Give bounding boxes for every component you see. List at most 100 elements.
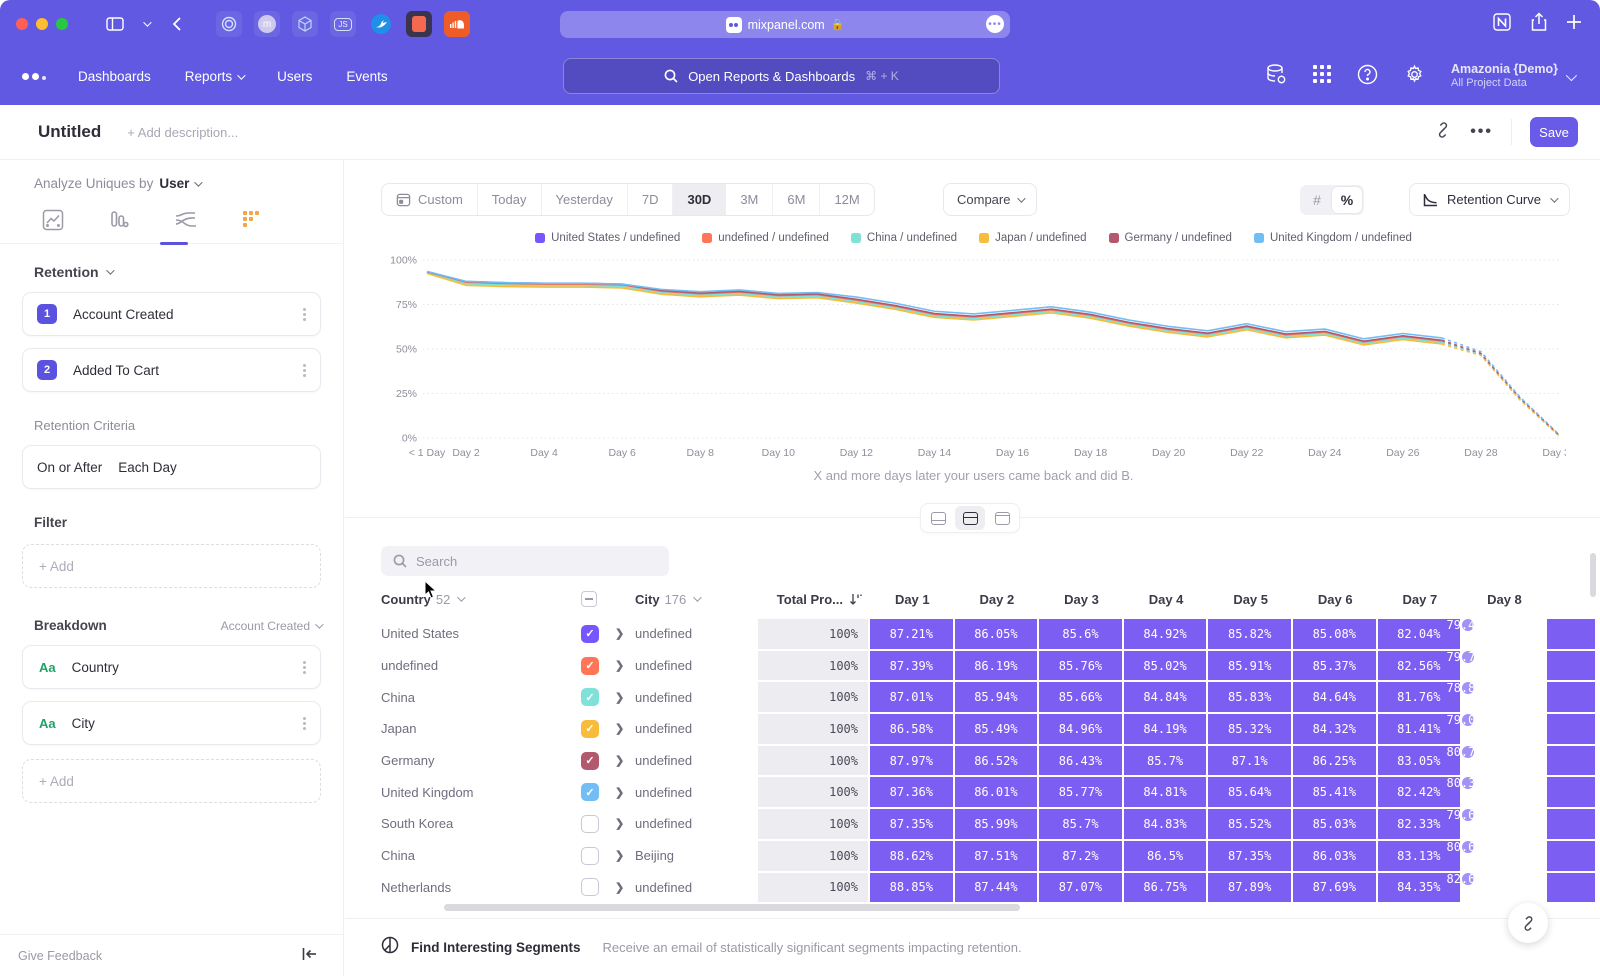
- analyze-entity-dropdown[interactable]: User: [159, 176, 200, 191]
- criteria-on-or-after[interactable]: On or After: [37, 460, 102, 475]
- retention-cell-day-2[interactable]: 87.44%: [955, 873, 1038, 903]
- retention-cell-day-5[interactable]: 85.91%: [1208, 651, 1291, 681]
- new-tab-icon[interactable]: [1566, 14, 1582, 35]
- row-visibility-checkbox[interactable]: [581, 847, 599, 865]
- legend-item[interactable]: United States / undefined: [535, 232, 680, 244]
- tab-overview-chevron-icon[interactable]: [140, 11, 152, 37]
- retention-cell-day-8[interactable]: 79.62%: [1462, 809, 1474, 821]
- retention-cell-day-5[interactable]: 87.35%: [1208, 841, 1291, 871]
- column-header-city[interactable]: City176: [635, 584, 758, 614]
- step-options-icon[interactable]: [303, 364, 306, 377]
- retention-cell-day-6[interactable]: 84.32%: [1293, 714, 1376, 744]
- split-view-button[interactable]: [955, 506, 985, 530]
- expand-row-icon[interactable]: ❯: [615, 776, 635, 808]
- tab-retention[interactable]: [240, 209, 264, 233]
- date-range-custom[interactable]: Custom: [382, 184, 478, 215]
- expand-row-icon[interactable]: ❯: [615, 650, 635, 682]
- column-header-day-7[interactable]: Day 7: [1378, 584, 1463, 614]
- find-interesting-segments-link[interactable]: Find Interesting Segments: [411, 940, 581, 955]
- global-search[interactable]: Open Reports & Dashboards ⌘ + K: [563, 58, 1000, 94]
- date-range-today[interactable]: Today: [478, 184, 542, 215]
- nav-link-users[interactable]: Users: [277, 69, 312, 84]
- breakdown-item-city[interactable]: AaCity: [22, 701, 321, 745]
- horizontal-scrollbar[interactable]: [444, 904, 1020, 911]
- date-range-3m[interactable]: 3M: [726, 184, 773, 215]
- retention-cell-day-2[interactable]: 85.49%: [955, 714, 1038, 744]
- retention-cell-day-6[interactable]: 87.69%: [1293, 873, 1376, 903]
- breakdown-scope-dropdown[interactable]: Account Created: [221, 619, 321, 633]
- criteria-each-day[interactable]: Each Day: [118, 460, 177, 475]
- retention-cell-day-6[interactable]: 85.08%: [1293, 619, 1376, 649]
- date-range-30d[interactable]: 30D: [673, 184, 726, 215]
- vertical-scrollbar[interactable]: [1590, 553, 1596, 597]
- retention-cell-day-8[interactable]: 79.49%: [1462, 619, 1474, 631]
- expand-row-icon[interactable]: ❯: [615, 681, 635, 713]
- retention-cell-day-6[interactable]: 85.37%: [1293, 651, 1376, 681]
- retention-cell-day-6[interactable]: 86.03%: [1293, 841, 1376, 871]
- retention-cell-day-9-partial[interactable]: [1547, 809, 1595, 839]
- retention-cell-day-9-partial[interactable]: [1547, 714, 1595, 744]
- nav-link-events[interactable]: Events: [346, 69, 387, 84]
- legend-item[interactable]: undefined / undefined: [702, 232, 829, 244]
- project-switcher[interactable]: Amazonia {Demo} All Project Data: [1451, 62, 1574, 91]
- row-visibility-checkbox[interactable]: ✓: [581, 625, 599, 643]
- date-range-yesterday[interactable]: Yesterday: [542, 184, 628, 215]
- retention-cell-day-3[interactable]: 85.7%: [1039, 809, 1122, 839]
- give-feedback-link[interactable]: Give Feedback: [18, 949, 102, 963]
- retention-cell-day-9-partial[interactable]: [1547, 682, 1595, 712]
- retention-cell-day-4[interactable]: 86.75%: [1124, 873, 1207, 903]
- retention-cell-day-8[interactable]: 80.35%: [1462, 777, 1474, 789]
- table-search-input[interactable]: Search: [381, 546, 669, 576]
- retention-cell-day-1[interactable]: 87.21%: [870, 619, 953, 649]
- expand-row-icon[interactable]: ❯: [615, 840, 635, 872]
- retention-cell-day-1[interactable]: 87.35%: [870, 809, 953, 839]
- retention-chart[interactable]: 0%25%50%75%100%< 1 DayDay 2Day 4Day 6Day…: [381, 252, 1566, 464]
- retention-cell-day-3[interactable]: 84.96%: [1039, 714, 1122, 744]
- row-visibility-checkbox[interactable]: ✓: [581, 752, 599, 770]
- retention-cell-day-5[interactable]: 85.64%: [1208, 777, 1291, 807]
- legend-item[interactable]: Japan / undefined: [979, 232, 1086, 244]
- bird-icon[interactable]: [368, 11, 394, 37]
- retention-cell-day-3[interactable]: 85.76%: [1039, 651, 1122, 681]
- more-options-icon[interactable]: •••: [1470, 123, 1493, 141]
- retention-cell-day-4[interactable]: 85.7%: [1124, 746, 1207, 776]
- retention-cell-day-2[interactable]: 86.52%: [955, 746, 1038, 776]
- sidebar-toggle-icon[interactable]: [102, 11, 128, 37]
- retention-cell-day-2[interactable]: 86.19%: [955, 651, 1038, 681]
- close-window-button[interactable]: [16, 18, 28, 30]
- retention-cell-day-9-partial[interactable]: [1547, 873, 1595, 903]
- retention-cell-day-4[interactable]: 84.19%: [1124, 714, 1207, 744]
- retention-cell-day-4[interactable]: 86.5%: [1124, 841, 1207, 871]
- expand-row-icon[interactable]: ❯: [615, 618, 635, 650]
- breakdown-item-country[interactable]: AaCountry: [22, 645, 321, 689]
- retention-cell-day-5[interactable]: 85.52%: [1208, 809, 1291, 839]
- retention-cell-day-6[interactable]: 86.25%: [1293, 746, 1376, 776]
- retention-cell-day-5[interactable]: 87.1%: [1208, 746, 1291, 776]
- tab-insights[interactable]: [42, 209, 66, 233]
- retention-cell-day-5[interactable]: 87.89%: [1208, 873, 1291, 903]
- retention-cell-day-1[interactable]: 88.62%: [870, 841, 953, 871]
- retention-cell-day-9-partial[interactable]: [1547, 777, 1595, 807]
- expand-row-icon[interactable]: ❯: [615, 745, 635, 777]
- soundcloud-icon[interactable]: [444, 11, 470, 37]
- step-options-icon[interactable]: [303, 308, 306, 321]
- breakdown-options-icon[interactable]: [303, 661, 306, 674]
- column-header-total[interactable]: Total Pro...: [758, 584, 870, 614]
- address-bar[interactable]: mixpanel.com 🔒 •••: [560, 11, 1010, 38]
- apps-grid-icon[interactable]: [1313, 65, 1331, 88]
- nav-link-dashboards[interactable]: Dashboards: [78, 69, 151, 84]
- row-visibility-checkbox[interactable]: ✓: [581, 688, 599, 706]
- retention-cell-day-2[interactable]: 85.94%: [955, 682, 1038, 712]
- page-title[interactable]: Untitled: [38, 122, 101, 142]
- retention-cell-day-8[interactable]: 82.61%: [1462, 873, 1474, 885]
- retention-cell-day-1[interactable]: 88.85%: [870, 873, 953, 903]
- share-icon[interactable]: [1530, 12, 1548, 37]
- breakdown-options-icon[interactable]: [303, 717, 306, 730]
- column-header-day-2[interactable]: Day 2: [955, 584, 1040, 614]
- column-header-day-6[interactable]: Day 6: [1293, 584, 1378, 614]
- settings-gear-icon[interactable]: [1404, 64, 1425, 90]
- retention-cell-day-3[interactable]: 87.2%: [1039, 841, 1122, 871]
- cube-icon[interactable]: [292, 11, 318, 37]
- chart-type-dropdown[interactable]: Retention Curve: [1409, 183, 1570, 216]
- column-header-day-8[interactable]: Day 8: [1462, 584, 1547, 614]
